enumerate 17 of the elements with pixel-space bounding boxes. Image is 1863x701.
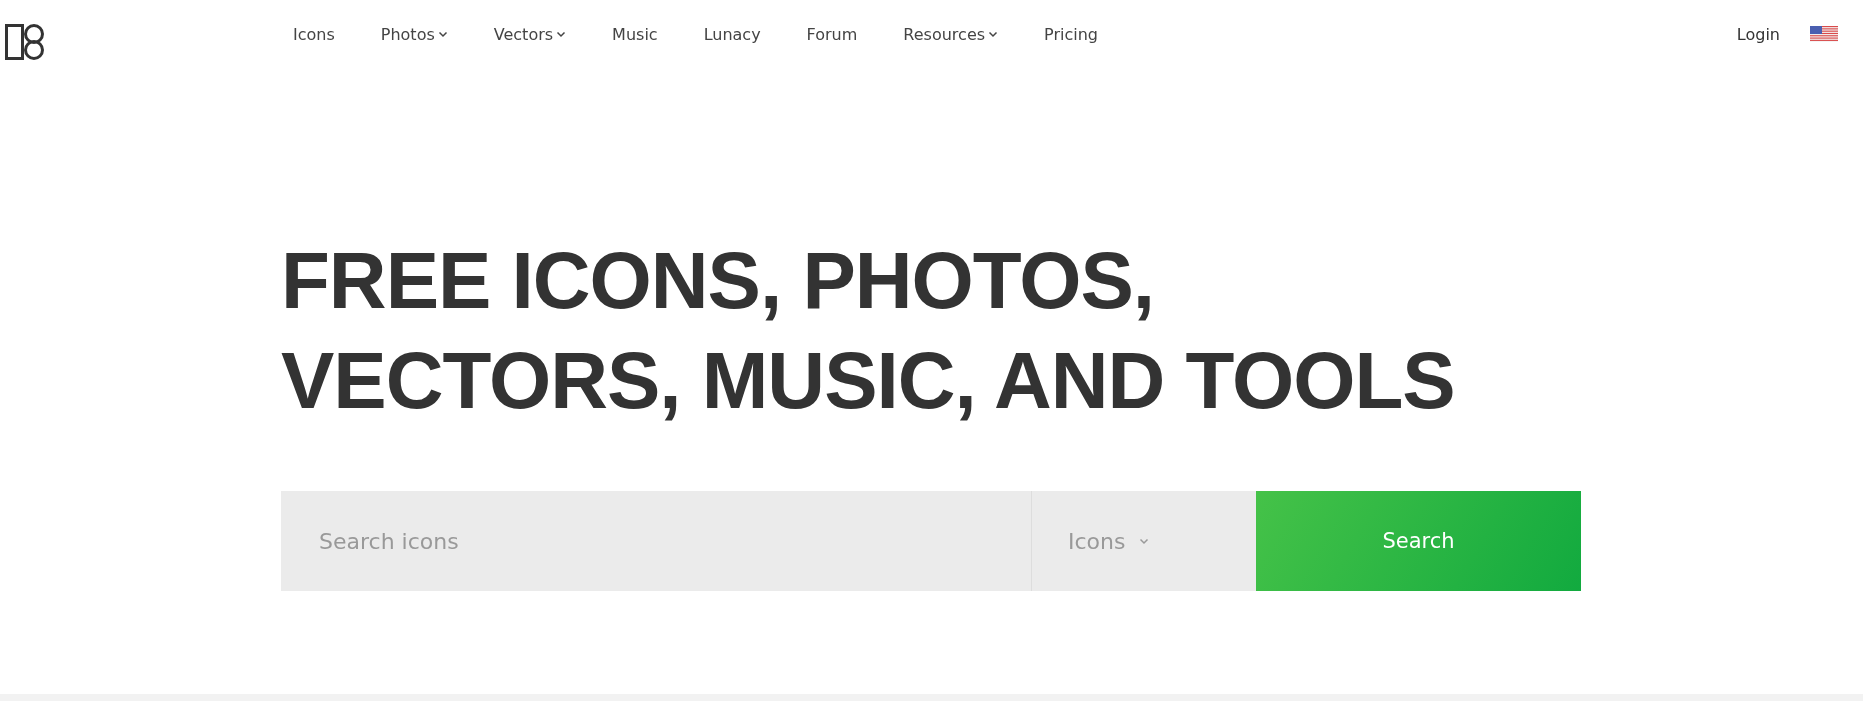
headline: FREE ICONS, PHOTOS, VECTORS, MUSIC, AND TOOLS bbox=[281, 235, 1456, 427]
nav-link[interactable]: Icons bbox=[293, 24, 335, 44]
flag-icon[interactable] bbox=[1810, 26, 1838, 42]
nav-link[interactable]: Music bbox=[612, 24, 658, 44]
nav-link[interactable]: Forum bbox=[806, 24, 858, 44]
chevron-down-icon bbox=[437, 30, 448, 38]
nav-link[interactable]: Vectors bbox=[493, 24, 567, 44]
chevron-down-icon bbox=[988, 30, 999, 38]
nav-link[interactable]: Resources bbox=[903, 24, 999, 44]
nav-link[interactable]: Photos bbox=[380, 24, 448, 44]
login-link[interactable]: Login bbox=[1736, 24, 1780, 44]
nav-link[interactable]: Pricing bbox=[1044, 24, 1098, 44]
chevron-down-icon bbox=[1139, 537, 1150, 545]
search-field[interactable]: Search icons bbox=[281, 491, 1031, 591]
nav-link[interactable]: Lunacy bbox=[703, 24, 761, 44]
logo-icon[interactable] bbox=[5, 24, 46, 60]
chevron-down-icon bbox=[556, 30, 567, 38]
